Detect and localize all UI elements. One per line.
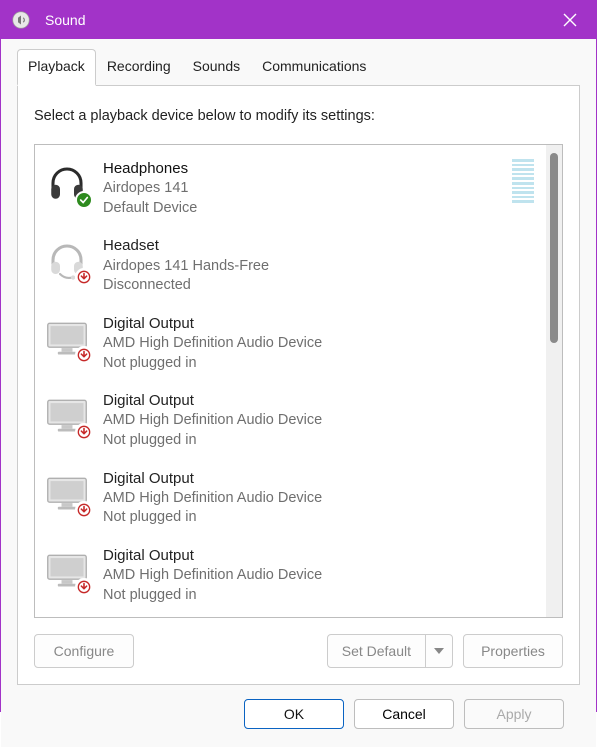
device-status: Default Device: [103, 199, 504, 219]
monitor-icon: [43, 469, 91, 517]
cancel-button[interactable]: Cancel: [354, 699, 454, 729]
device-status: Disconnected: [103, 276, 534, 296]
tabs: Playback Recording Sounds Communications: [17, 49, 580, 86]
device-name: Digital Output: [103, 546, 534, 566]
device-subtitle: AMD High Definition Audio Device: [103, 489, 534, 509]
properties-button[interactable]: Properties: [463, 634, 563, 668]
device-status: Not plugged in: [103, 508, 534, 528]
monitor-icon: [43, 314, 91, 362]
cancel-label: Cancel: [382, 706, 426, 722]
device-name: Digital Output: [103, 314, 534, 334]
device-subtitle: Airdopes 141 Hands-Free: [103, 257, 534, 277]
device-item[interactable]: HeadphonesAirdopes 141Default Device: [35, 149, 546, 226]
dialog-content: Playback Recording Sounds Communications Se…: [1, 39, 596, 747]
device-name: Digital Output: [103, 391, 534, 411]
headset-icon: [43, 236, 91, 284]
configure-label: Configure: [54, 643, 115, 659]
ok-label: OK: [284, 706, 304, 722]
device-subtitle: AMD High Definition Audio Device: [103, 334, 534, 354]
device-text: HeadsetAirdopes 141 Hands-FreeDisconnect…: [103, 236, 534, 295]
disconnected-icon: [75, 423, 93, 441]
device-text: Digital OutputAMD High Definition Audio …: [103, 469, 534, 528]
tab-label: Recording: [107, 58, 171, 74]
device-subtitle: AMD High Definition Audio Device: [103, 411, 534, 431]
tab-recording[interactable]: Recording: [96, 49, 182, 86]
sound-dialog: Sound Playback Recording Sounds Communicati…: [0, 0, 597, 712]
device-text: Digital OutputAMD High Definition Audio …: [103, 314, 534, 373]
tab-label: Playback: [28, 58, 85, 74]
device-status: Not plugged in: [103, 586, 534, 606]
set-default-label: Set Default: [342, 643, 411, 659]
device-list[interactable]: HeadphonesAirdopes 141Default Device Hea…: [35, 145, 546, 617]
tab-sounds[interactable]: Sounds: [182, 49, 251, 86]
set-default-dropdown[interactable]: [426, 635, 452, 667]
device-subtitle: Airdopes 141: [103, 179, 504, 199]
device-item[interactable]: Digital OutputAMD High Definition Audio …: [35, 381, 546, 458]
disconnected-icon: [75, 346, 93, 364]
instruction-text: Select a playback device below to modify…: [34, 108, 563, 124]
device-subtitle: AMD High Definition Audio Device: [103, 566, 534, 586]
device-item[interactable]: HeadsetAirdopes 141 Hands-FreeDisconnect…: [35, 226, 546, 303]
scrollbar[interactable]: [546, 145, 562, 617]
monitor-icon: [43, 546, 91, 594]
monitor-icon: [43, 391, 91, 439]
device-status: Not plugged in: [103, 431, 534, 451]
default-check-icon: [75, 191, 93, 209]
device-list-container: HeadphonesAirdopes 141Default Device Hea…: [34, 144, 563, 618]
disconnected-icon: [75, 578, 93, 596]
tab-label: Sounds: [193, 58, 240, 74]
device-name: Digital Output: [103, 469, 534, 489]
device-item[interactable]: Digital OutputAMD High Definition Audio …: [35, 459, 546, 536]
device-text: HeadphonesAirdopes 141Default Device: [103, 159, 504, 218]
tab-communications[interactable]: Communications: [251, 49, 377, 86]
device-item[interactable]: Digital OutputAMD High Definition Audio …: [35, 536, 546, 613]
vu-meter: [512, 159, 534, 203]
disconnected-icon: [75, 501, 93, 519]
apply-button[interactable]: Apply: [464, 699, 564, 729]
device-name: Headphones: [103, 159, 504, 179]
device-name: Headset: [103, 236, 534, 256]
playback-panel: Select a playback device below to modify…: [17, 86, 580, 685]
headphones-icon: [43, 159, 91, 207]
device-item[interactable]: Digital OutputAMD High Definition Audio …: [35, 304, 546, 381]
device-text: Digital OutputAMD High Definition Audio …: [103, 546, 534, 605]
device-text: Digital OutputAMD High Definition Audio …: [103, 391, 534, 450]
scrollbar-thumb[interactable]: [550, 153, 558, 343]
tab-label: Communications: [262, 58, 366, 74]
panel-button-row: Configure Set Default Properties: [34, 634, 563, 668]
dialog-footer: OK Cancel Apply: [17, 685, 580, 729]
titlebar: Sound: [1, 1, 596, 39]
properties-label: Properties: [481, 643, 545, 659]
window-title: Sound: [45, 12, 544, 28]
sound-icon: [11, 10, 31, 30]
device-status: Not plugged in: [103, 354, 534, 374]
apply-label: Apply: [496, 706, 531, 722]
ok-button[interactable]: OK: [244, 699, 344, 729]
set-default-button[interactable]: Set Default: [327, 634, 453, 668]
configure-button[interactable]: Configure: [34, 634, 134, 668]
disconnected-icon: [75, 268, 93, 286]
tab-playback[interactable]: Playback: [17, 49, 96, 86]
close-button[interactable]: [544, 1, 596, 39]
